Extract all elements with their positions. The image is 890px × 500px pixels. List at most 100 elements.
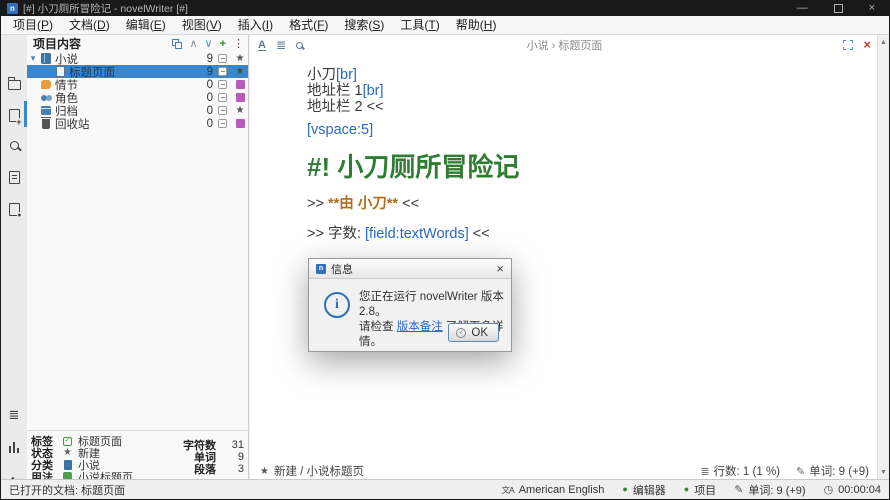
- tree-item-count: 9: [196, 66, 216, 78]
- status-bar: 已打开的文档: 标题页面 文A American English ● 编辑器 ●…: [1, 479, 889, 499]
- text-line: >>: [307, 196, 328, 212]
- menu-help[interactable]: 帮助(H): [448, 16, 505, 34]
- scroll-up-icon[interactable]: ▲: [878, 39, 889, 46]
- ok-button[interactable]: ✓ OK: [448, 323, 499, 342]
- build-manuscript-icon[interactable]: [6, 201, 22, 217]
- status-star-icon: ★: [62, 448, 73, 458]
- editor-view-icon[interactable]: [6, 107, 22, 123]
- text-line: >> 字数:: [307, 226, 365, 242]
- language-selector[interactable]: 文A American English: [502, 484, 605, 496]
- project-panel-title: 项目内容: [33, 35, 168, 52]
- tree-item-count: 9: [196, 53, 216, 65]
- editor-scrollbar[interactable]: ▲ ▼: [877, 35, 889, 480]
- check-icon: ✓: [456, 328, 466, 338]
- menu-project[interactable]: 项目(P): [5, 16, 61, 34]
- open-document-status: 已打开的文档: 标题页面: [9, 482, 125, 498]
- editor-search-icon[interactable]: [296, 42, 303, 49]
- menu-edit[interactable]: 编辑(E): [118, 16, 174, 34]
- checkbox-icon: [218, 93, 227, 102]
- document-icon: [53, 66, 67, 77]
- dialog-title: 信息: [331, 261, 491, 277]
- document-status[interactable]: 新建 / 小说标题页: [274, 463, 364, 479]
- window-close-button[interactable]: ×: [869, 3, 875, 14]
- tree-item-count: 0: [196, 92, 216, 104]
- item-details-panel: 标签 标题页面 状态 ★ 新建 分类 小说 用法 小说标题页 字符数 31 单词…: [27, 430, 249, 480]
- maximize-button[interactable]: [834, 4, 843, 13]
- editor-autosave-status[interactable]: ● 编辑器: [622, 482, 665, 498]
- checkbox-icon: [218, 106, 227, 115]
- count-value: 3: [216, 463, 244, 475]
- text-line: 地址栏 2 <<: [307, 99, 384, 115]
- dialog-title-bar: n 信息 ×: [309, 259, 511, 279]
- checkbox-icon: [218, 80, 227, 89]
- pen-icon: ✎: [734, 483, 743, 496]
- checkbox-icon: [218, 54, 227, 63]
- checkbox-icon: [218, 67, 227, 76]
- star-flag-icon: ★: [236, 106, 245, 116]
- clock-icon: ◷: [824, 483, 834, 496]
- minimize-button[interactable]: —: [797, 3, 808, 14]
- menu-insert[interactable]: 插入(I): [230, 16, 281, 34]
- menu-bar: 项目(P) 文档(D) 编辑(E) 视图(V) 插入(I) 格式(F) 搜索(S…: [1, 16, 889, 35]
- expand-arrow-icon[interactable]: ▾: [27, 53, 39, 64]
- open-project-icon[interactable]: [6, 77, 22, 93]
- status-square-icon: [236, 93, 245, 102]
- status-square-icon: [236, 119, 245, 128]
- status-star-icon: ★: [260, 466, 269, 477]
- window-title: [#] 小刀厕所冒险记 - novelWriter [#]: [23, 1, 792, 16]
- session-timer: ◷ 00:00:04: [824, 483, 881, 496]
- sidebar-rail: ≣ ◐ ⚙: [1, 35, 27, 480]
- app-icon: n: [316, 264, 326, 274]
- count-value: 9: [216, 451, 244, 463]
- outline-menu-icon[interactable]: ≣: [276, 39, 286, 51]
- tree-item-trash[interactable]: 回收站 0: [27, 117, 248, 130]
- count-value: 31: [216, 439, 244, 451]
- stats-icon[interactable]: [6, 439, 22, 455]
- class-book-icon: [62, 460, 73, 470]
- tree-item-count: 0: [196, 118, 216, 130]
- session-word-count: ✎ 单词: 9 (+9): [734, 482, 805, 498]
- menu-view[interactable]: 视图(V): [174, 16, 230, 34]
- editor-footer: ★ 新建 / 小说标题页 ≣行数: 1 (1 %) ✎单词: 9 (+9): [250, 462, 879, 480]
- app-icon: n: [7, 3, 18, 14]
- star-flag-icon: ★: [236, 54, 245, 64]
- characters-icon: [39, 93, 53, 103]
- menu-document[interactable]: 文档(D): [61, 16, 118, 34]
- outline-view-icon[interactable]: [6, 169, 22, 185]
- word-count: 单词: 9 (+9): [809, 463, 869, 479]
- editor-text-area[interactable]: 小刀[br] 地址栏 1[br] 地址栏 2 << [vspace:5] #! …: [307, 35, 859, 460]
- tag-icon: [62, 437, 73, 446]
- line-count: 行数: 1 (1 %): [714, 463, 780, 479]
- add-item-icon[interactable]: +: [220, 37, 226, 51]
- author-text: **由 小刀**: [328, 196, 398, 212]
- green-led-icon: ●: [622, 485, 627, 494]
- menu-format[interactable]: 格式(F): [281, 16, 336, 34]
- quick-links-icon[interactable]: [172, 39, 182, 49]
- tree-item-count: 0: [196, 105, 216, 117]
- trash-icon: [39, 119, 53, 129]
- count-label: 段落: [160, 461, 216, 477]
- checkbox-icon: [218, 119, 227, 128]
- tree-item-label: 回收站: [53, 116, 196, 132]
- menu-search[interactable]: 搜索(S): [336, 16, 392, 34]
- search-icon[interactable]: [6, 137, 22, 153]
- close-document-icon[interactable]: ×: [863, 39, 871, 51]
- details-list-icon[interactable]: ≣: [6, 407, 22, 423]
- move-up-icon[interactable]: ∧: [189, 37, 197, 51]
- project-autosave-status[interactable]: ● 项目: [684, 482, 716, 498]
- menu-tools[interactable]: 工具(T): [392, 16, 447, 34]
- plot-bubble-icon: [39, 80, 53, 89]
- document-title: #! 小刀厕所冒险记: [307, 147, 519, 184]
- language-icon: 文A: [502, 484, 514, 496]
- dialog-close-icon[interactable]: ×: [496, 263, 504, 275]
- typography-icon[interactable]: A: [258, 40, 266, 51]
- release-notes-link[interactable]: 版本备注: [397, 321, 443, 333]
- word-count-summary: 字符数 31 单词 9 段落 3: [160, 439, 244, 475]
- tree-menu-icon[interactable]: ⋮: [233, 37, 244, 51]
- status-square-icon: [236, 80, 245, 89]
- green-led-icon: ●: [684, 485, 689, 494]
- info-icon: i: [324, 292, 350, 318]
- pen-icon: ✎: [796, 465, 805, 478]
- scroll-down-icon[interactable]: ▼: [878, 469, 889, 476]
- move-down-icon[interactable]: ∨: [205, 37, 213, 51]
